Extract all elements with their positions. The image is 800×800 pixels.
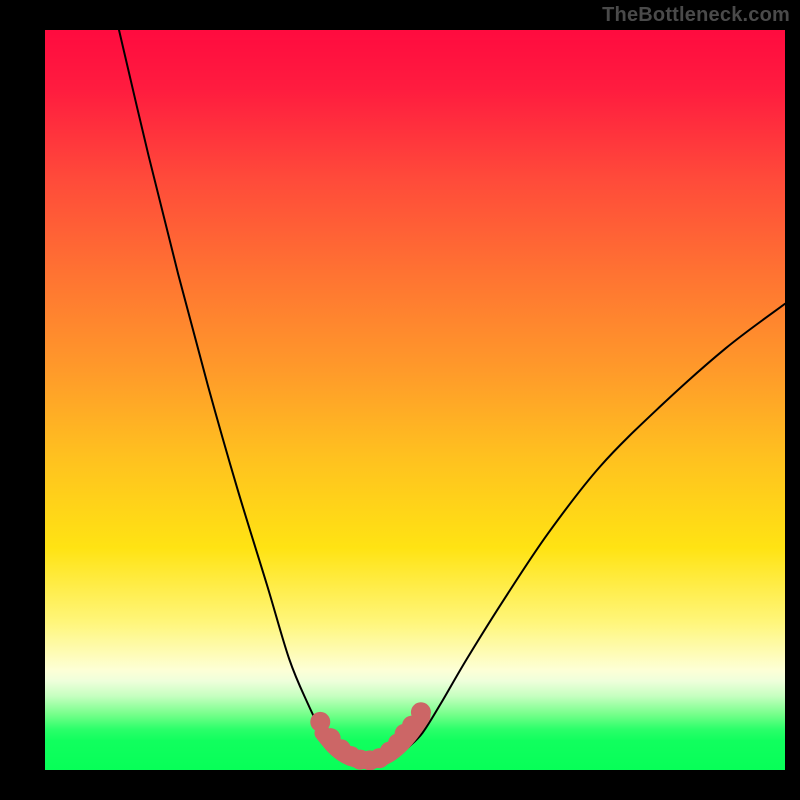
plot-area xyxy=(45,30,785,770)
right-curve xyxy=(408,304,785,748)
watermark-text: TheBottleneck.com xyxy=(602,4,790,27)
trough-dot xyxy=(411,702,431,722)
left-curve xyxy=(119,30,334,748)
chart-frame: TheBottleneck.com xyxy=(0,0,800,800)
chart-svg xyxy=(45,30,785,770)
